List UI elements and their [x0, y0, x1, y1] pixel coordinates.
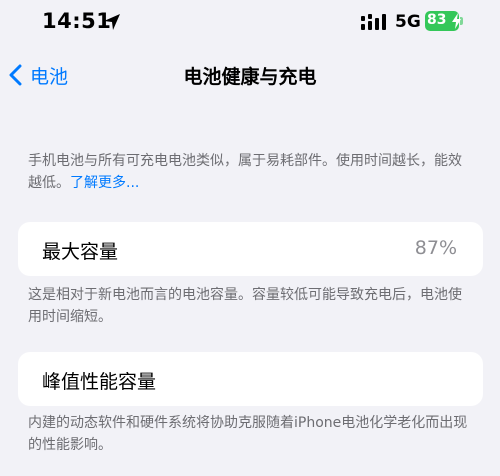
peak-performance-label: 峰值性能容量	[42, 371, 157, 393]
battery-percent: 83	[427, 12, 447, 28]
max-capacity-label: 最大容量	[42, 241, 119, 263]
intro-description: 手机电池与所有可充电电池类似，属于易耗部件。使用时间越长，能效越低。了解更多..…	[28, 150, 468, 194]
charging-bolt-icon	[452, 13, 461, 29]
navigation-bar: 电池 电池健康与充电	[0, 52, 500, 96]
peak-performance-row: 峰值性能容量	[18, 352, 483, 406]
max-capacity-value: 87%	[414, 237, 457, 259]
status-bar: 14:51 5G 83	[0, 0, 500, 44]
learn-more-link[interactable]: 了解更多...	[70, 175, 139, 191]
network-type: 5G	[395, 12, 421, 32]
page-title: 电池健康与充电	[183, 66, 317, 88]
cellular-signal-icon	[361, 14, 386, 30]
max-capacity-row: 最大容量 87%	[18, 222, 483, 276]
status-time: 14:51	[42, 9, 112, 33]
location-arrow-icon	[104, 14, 120, 30]
max-capacity-description: 这是相对于新电池而言的电池容量。容量较低可能导致充电后，电池使用时间缩短。	[28, 287, 462, 325]
peak-performance-description: 内建的动态软件和硬件系统将协助克服随着iPhone电池化学老化而出现的性能影响。	[28, 415, 468, 453]
battery-indicator: 83	[425, 11, 463, 31]
